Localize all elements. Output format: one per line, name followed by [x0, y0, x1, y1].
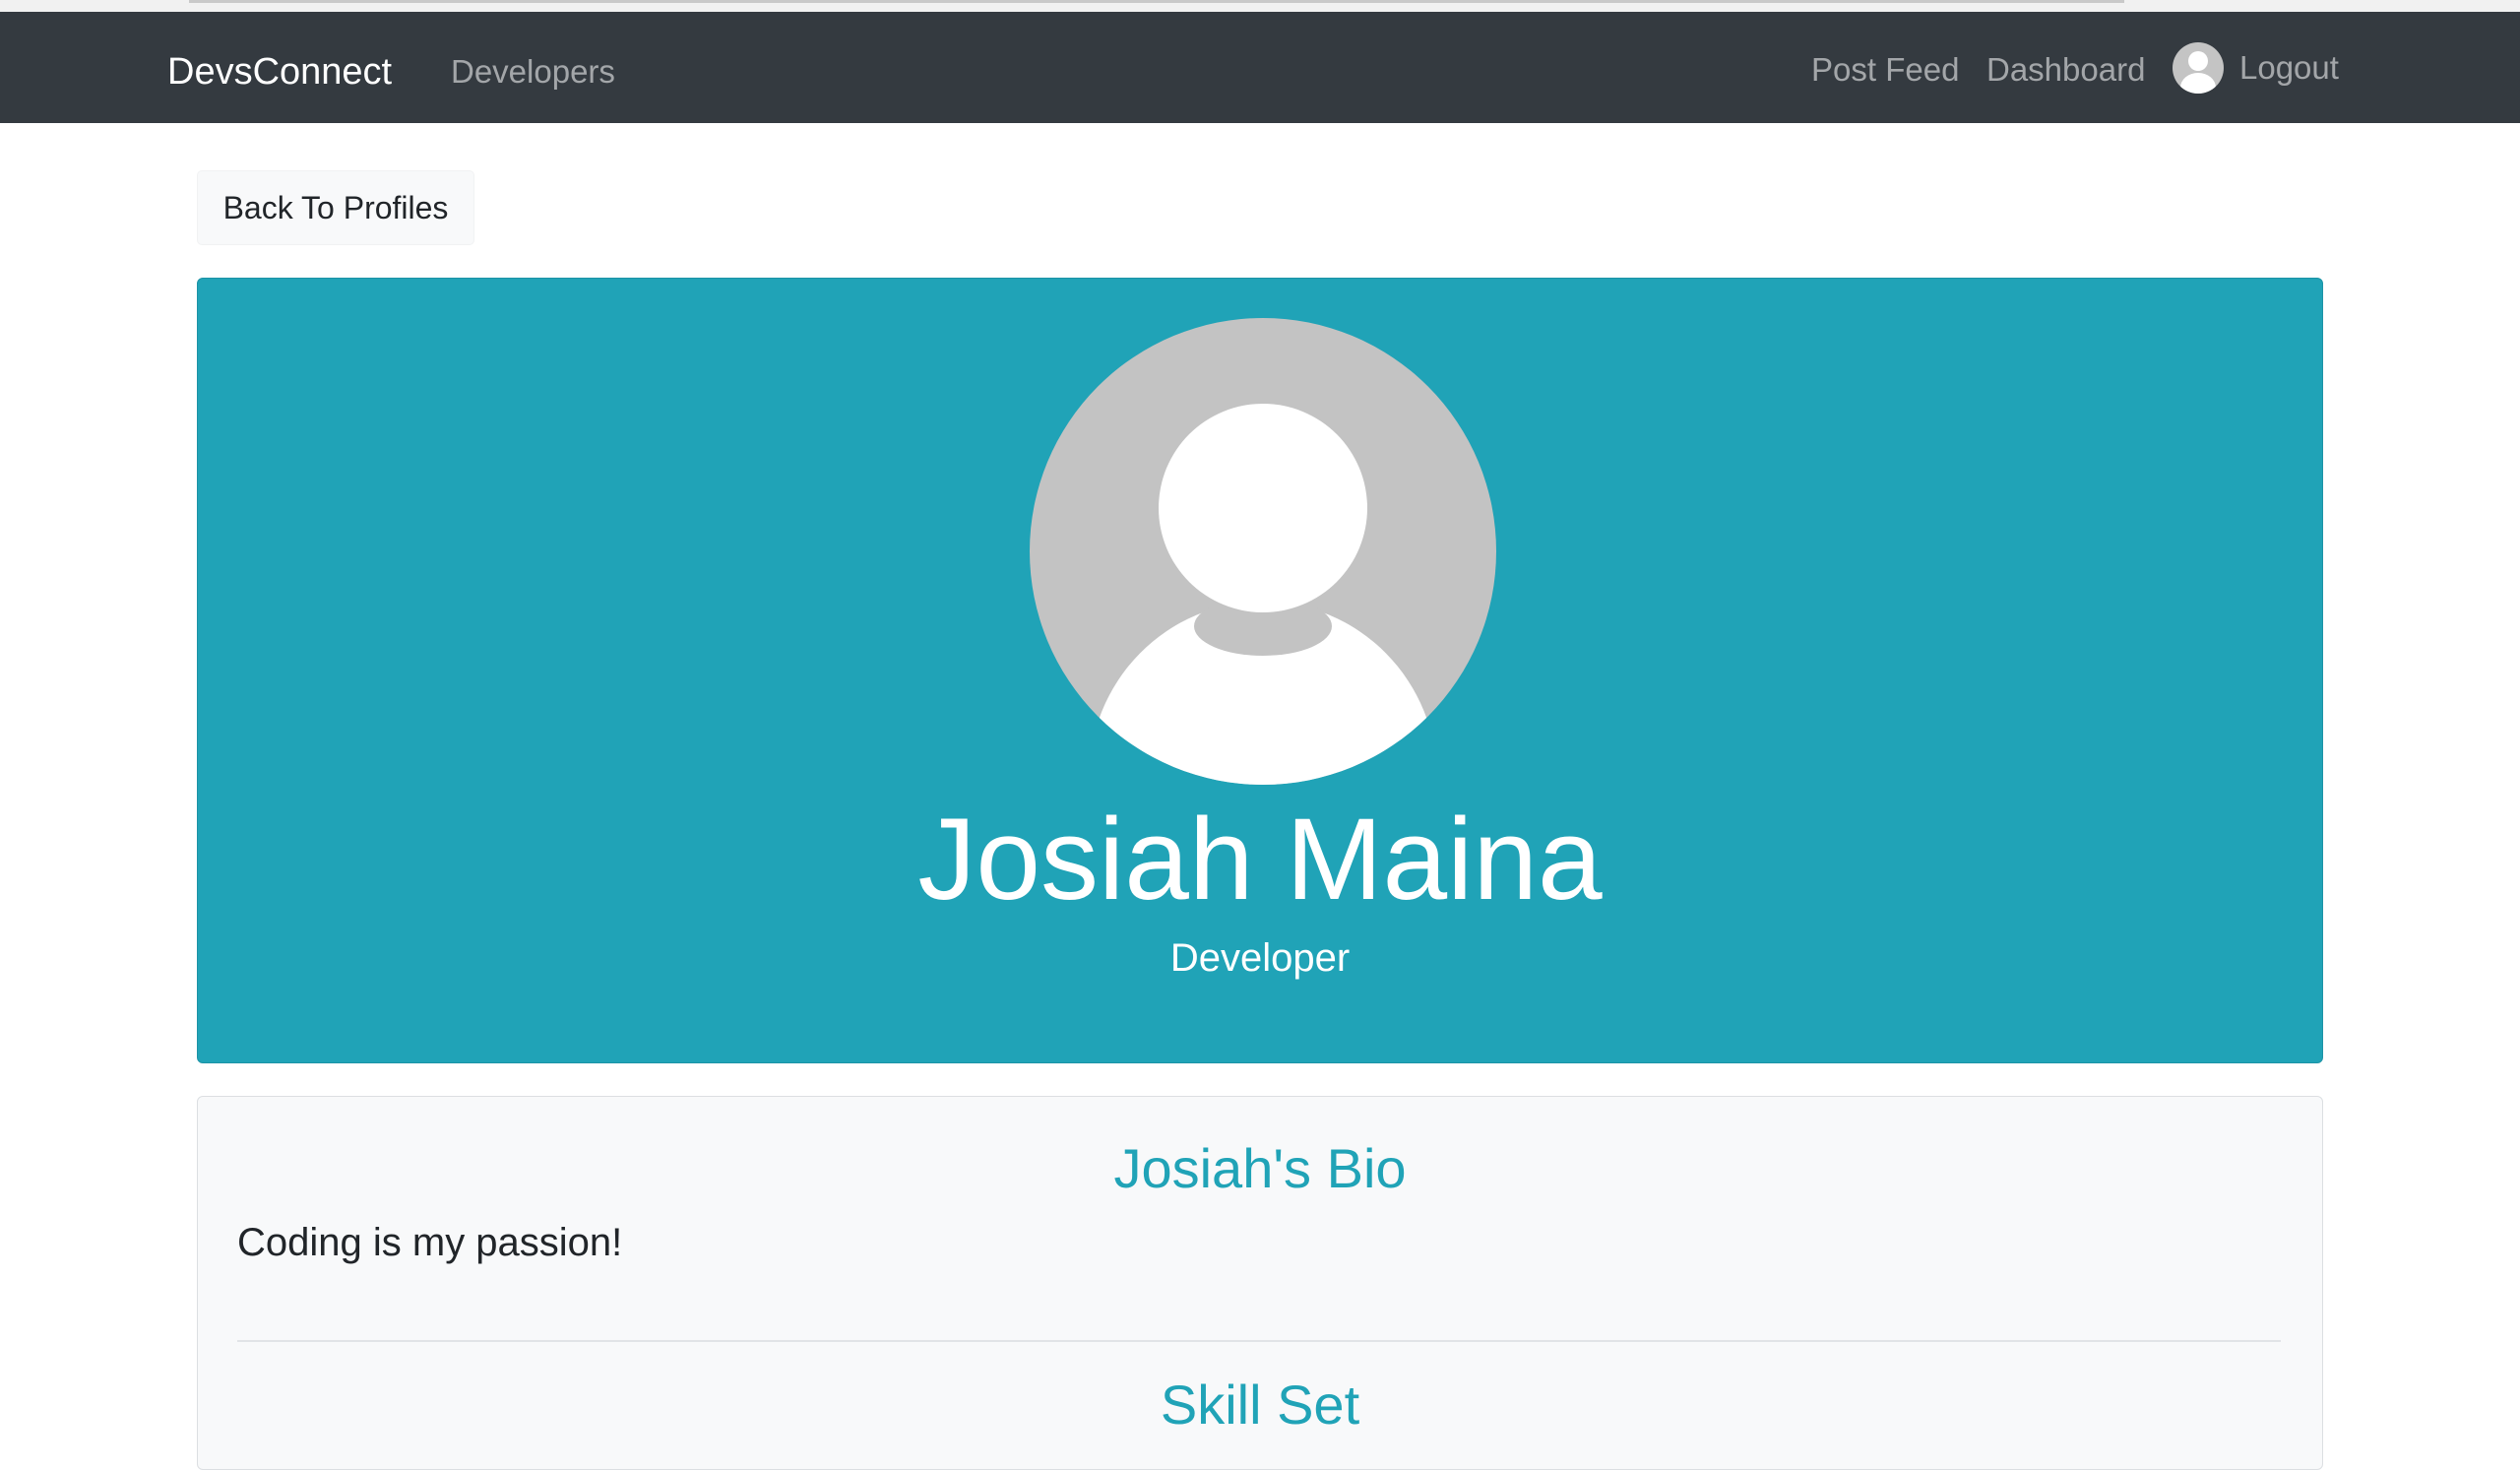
- bio-text: Coding is my passion!: [237, 1221, 623, 1264]
- section-divider: [237, 1340, 2281, 1342]
- back-to-profiles-button[interactable]: Back To Profiles: [197, 170, 474, 245]
- browser-scroll-indicator: [189, 0, 2124, 3]
- logout-link[interactable]: Logout: [2173, 41, 2339, 95]
- nav-developers-link[interactable]: Developers: [451, 53, 615, 91]
- user-avatar-icon: [2173, 42, 2224, 94]
- profile-about-card: Josiah's Bio Coding is my passion! Skill…: [197, 1096, 2323, 1470]
- nav-post-feed-link[interactable]: Post Feed: [1811, 51, 1959, 89]
- nav-dashboard-link[interactable]: Dashboard: [1986, 51, 2145, 89]
- skill-set-heading: Skill Set: [1160, 1374, 1360, 1436]
- brand-link[interactable]: DevsConnect: [167, 51, 392, 94]
- logout-label: Logout: [2239, 49, 2339, 86]
- profile-avatar-image: [1030, 318, 1496, 785]
- bio-heading: Josiah's Bio: [1113, 1137, 1407, 1199]
- profile-status: Developer: [1169, 936, 1351, 980]
- profile-name: Josiah Maina: [917, 795, 1603, 925]
- top-navbar: DevsConnect Developers Post Feed Dashboa…: [0, 12, 2520, 123]
- browser-top-strip: [0, 0, 2520, 12]
- profile-header-card: Josiah Maina Developer: [197, 278, 2323, 1063]
